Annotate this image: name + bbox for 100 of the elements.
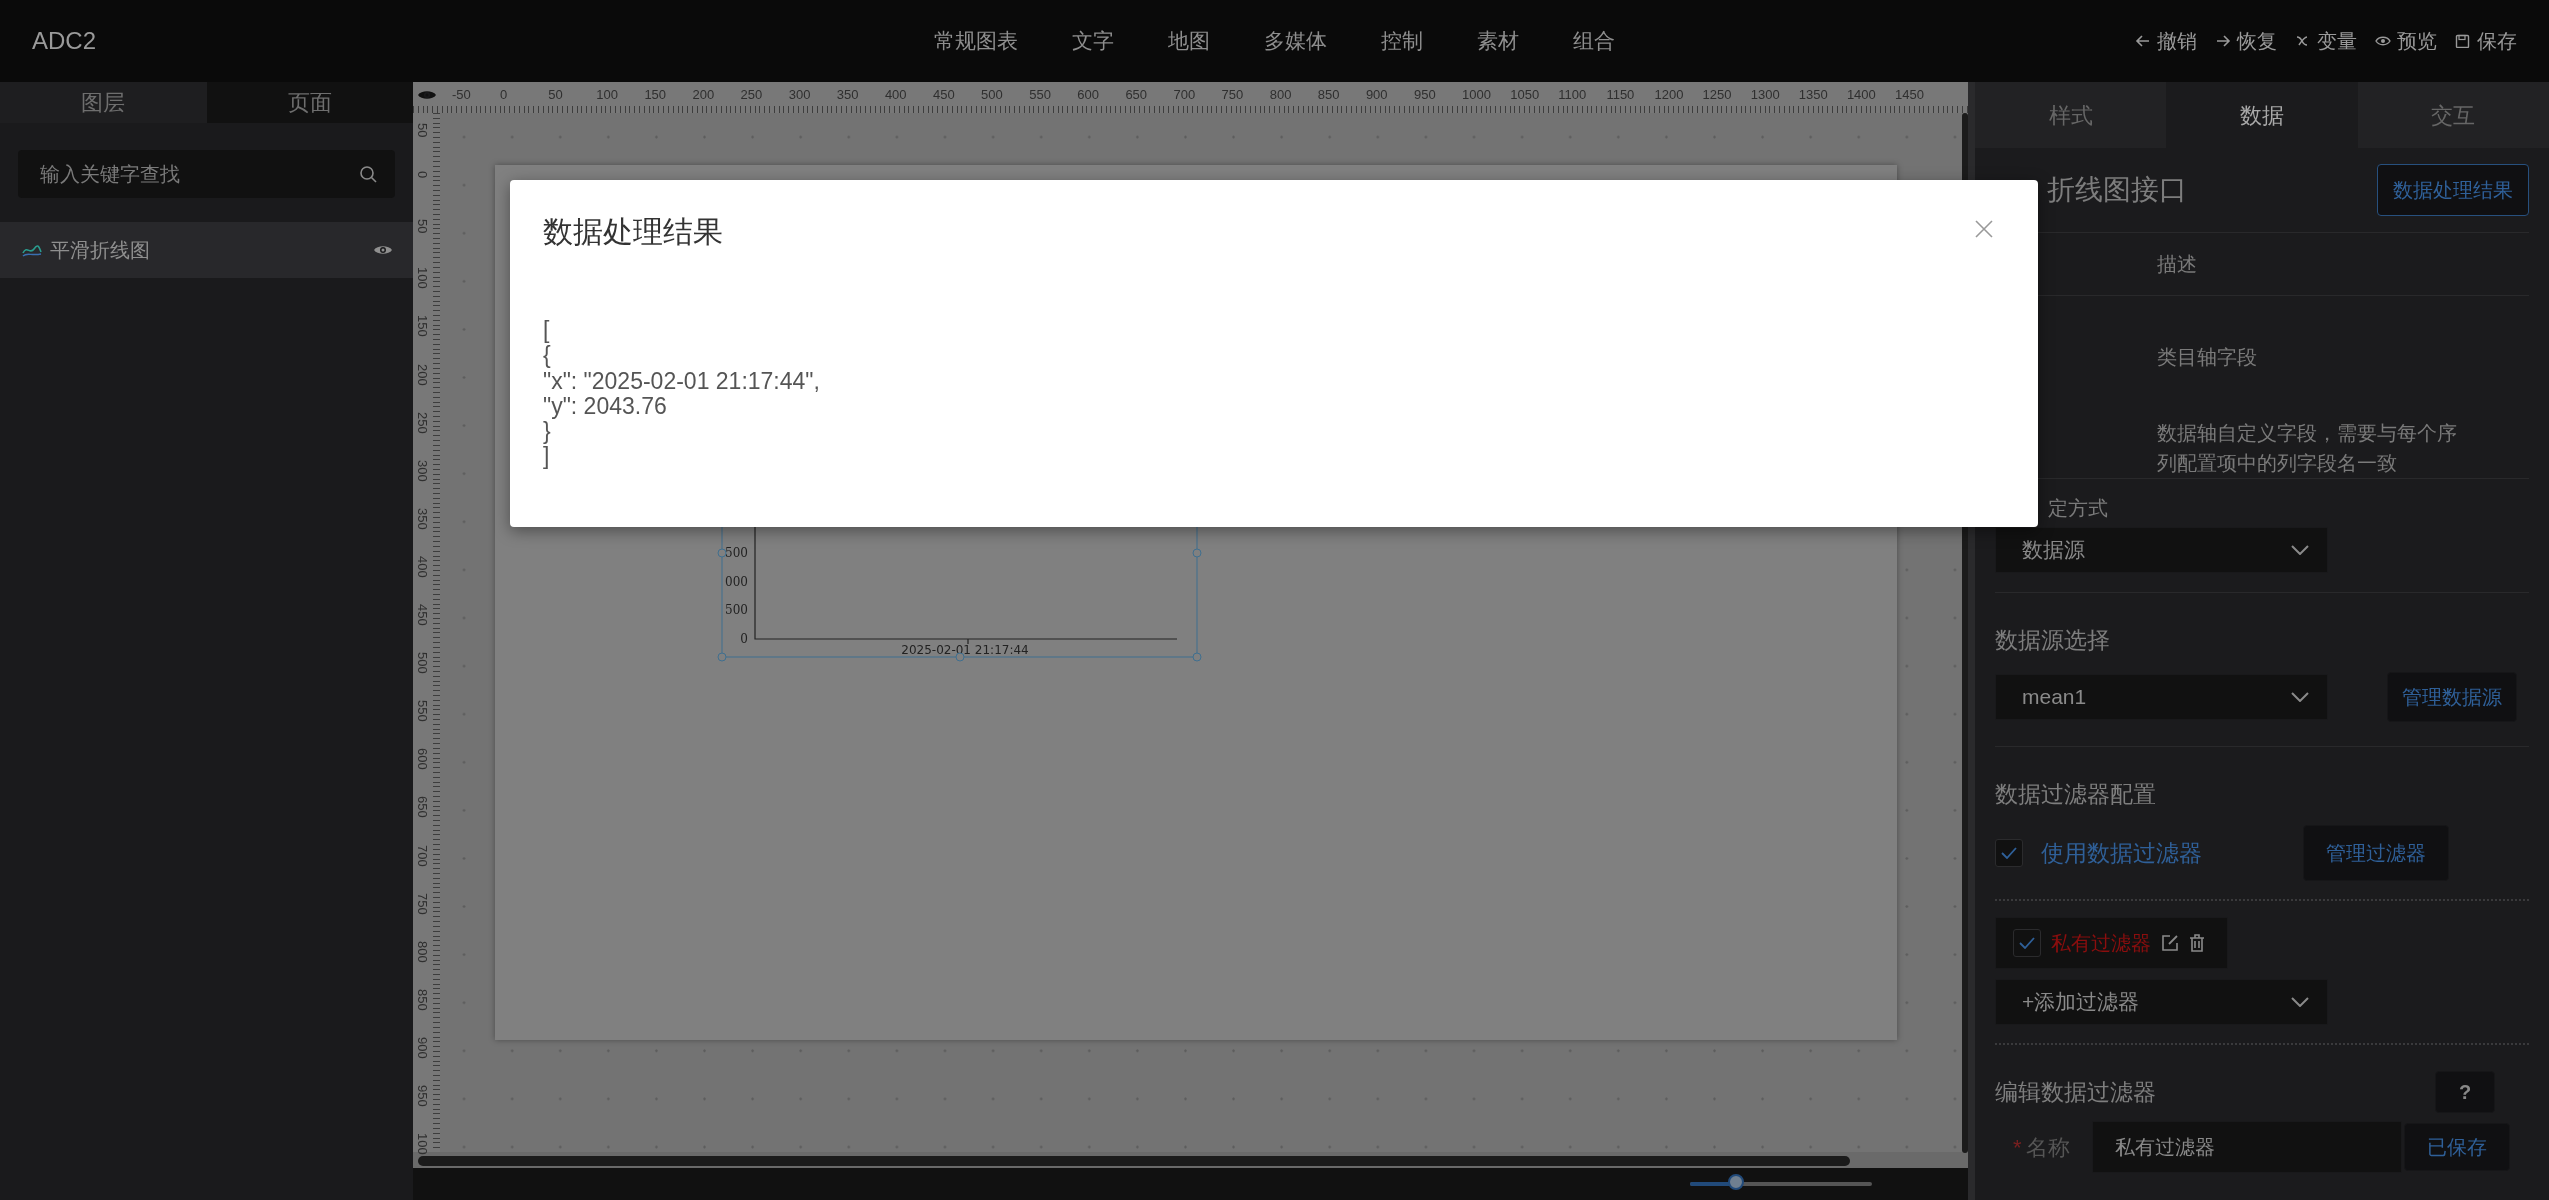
eye-icon [2375, 34, 2391, 48]
menu-item[interactable]: 组合 [1556, 25, 1632, 57]
ruler-label: 900 [1365, 88, 1388, 101]
ruler-label: 850 [1317, 88, 1340, 101]
ruler-label: 1300 [1750, 88, 1780, 101]
eye-icon [373, 243, 393, 257]
ruler-label: 300 [788, 88, 811, 101]
ruler-label: 950 [1414, 88, 1436, 101]
chevron-down-icon [2291, 545, 2309, 555]
ruler-label: 350 [836, 88, 859, 101]
panel-tab[interactable]: 图层 [0, 82, 207, 123]
axis-label: 500 [725, 546, 748, 560]
ruler-label: 1200 [1654, 88, 1684, 101]
scrollbar[interactable] [418, 1156, 1850, 1166]
toolbar-button[interactable]: 保存 [2455, 26, 2517, 56]
ruler-label: 950 [416, 1085, 429, 1107]
ruler-label: 250 [740, 88, 763, 101]
table-cell-text: 数据轴自定义字段，需要与每个序列配置项中的列字段名一致 [2157, 421, 2458, 476]
app-title: ADC2 [32, 26, 97, 56]
menu-item[interactable]: 文字 [1055, 25, 1131, 57]
close-icon [1974, 219, 1994, 239]
ruler-label: 1250 [1702, 88, 1732, 101]
ruler-label: 600 [416, 748, 429, 770]
result-text: [ { "x": "2025-02-01 21:17:44", "y": 2043.76 } ] [543, 318, 820, 470]
ruler-label: 200 [692, 88, 715, 101]
result-button[interactable]: 数据处理结果 [2377, 164, 2529, 216]
ruler-label: 600 [1077, 88, 1099, 101]
menu-item[interactable]: 控制 [1364, 25, 1440, 57]
section-heading: 编辑数据过滤器 [1995, 1077, 2156, 1107]
ruler-label: 100 [416, 267, 429, 289]
toolbar-button[interactable]: 撤销 [2135, 26, 2197, 56]
trash-icon[interactable] [2189, 934, 2205, 952]
checkbox[interactable] [1995, 839, 2023, 867]
ruler-label: 400 [416, 555, 429, 578]
ruler-label: 1150 [1606, 88, 1635, 101]
menu-item[interactable]: 素材 [1460, 25, 1536, 57]
axis-label: 000 [725, 574, 748, 589]
filter-name: 私有过滤器 [2051, 931, 2151, 956]
ruler-label: 800 [416, 940, 429, 963]
dialog-title: 数据处理结果 [543, 214, 723, 250]
ruler-label: 900 [416, 1036, 429, 1059]
ruler-label: 850 [416, 988, 429, 1011]
edit-icon[interactable] [2161, 934, 2179, 952]
arrow-left-icon [2135, 34, 2151, 48]
toolbar-button[interactable]: 变量 [2295, 26, 2357, 56]
ruler-label: 500 [416, 652, 429, 674]
search-icon [359, 165, 377, 183]
ruler-label: 1450 [1895, 88, 1924, 101]
help-button[interactable]: ? [2435, 1071, 2495, 1113]
manage-filter-button[interactable]: 管理过滤器 [2303, 825, 2449, 881]
column-header: 描述 [2157, 252, 2197, 277]
name-field[interactable]: 私有过滤器 [2091, 1121, 2402, 1173]
menu-item[interactable]: 地图 [1151, 25, 1227, 57]
ruler-label: 400 [884, 88, 907, 101]
ruler-label: 550 [1029, 88, 1051, 101]
dropdown[interactable]: +添加过滤器 [1995, 979, 2328, 1025]
ruler-label: 150 [416, 315, 429, 338]
required-mark: * [2013, 1133, 2022, 1162]
manage-source-button[interactable]: 管理数据源 [2387, 671, 2517, 722]
panel-title: 折线图接口 [2047, 173, 2187, 207]
search-field[interactable]: 输入关键字查找 [18, 150, 395, 198]
ruler-label: 1000 [1462, 88, 1491, 101]
dropdown[interactable]: mean1 [1995, 673, 2328, 720]
ruler-label: 250 [416, 411, 429, 434]
check-icon [2001, 847, 2017, 859]
panel-tab[interactable]: 页面 [206, 82, 413, 123]
ruler-label: 50 [548, 88, 563, 101]
axis-label: 500 [725, 603, 748, 618]
ruler-label: 50 [416, 219, 429, 234]
eye-icon [417, 88, 437, 102]
chevron-down-icon [2291, 691, 2309, 702]
ruler-label: 0 [500, 88, 508, 101]
toolbar-button[interactable]: 恢复 [2215, 26, 2277, 56]
menu-item[interactable]: 常规图表 [917, 25, 1035, 57]
section-heading: 数据源选择 [1995, 626, 2111, 655]
menu-item[interactable]: 多媒体 [1247, 25, 1344, 57]
checkbox[interactable] [2013, 929, 2041, 957]
ruler-label: 150 [644, 88, 667, 101]
ruler-label: 1400 [1846, 88, 1876, 101]
field-label: 定方式 [2048, 496, 2109, 521]
ruler-label: 1050 [1510, 88, 1540, 101]
ruler-label: 650 [1125, 88, 1148, 101]
ruler-label: 750 [1221, 88, 1244, 101]
save-button[interactable]: 已保存 [2403, 1123, 2510, 1171]
slider-thumb[interactable] [1727, 1174, 1744, 1190]
chevron-down-icon [2291, 997, 2309, 1007]
ruler-label: 100 [416, 1133, 429, 1155]
layer-item[interactable]: 平滑折线图 [0, 222, 413, 278]
ruler-label: 200 [416, 363, 429, 386]
ruler-label: 700 [1173, 88, 1196, 101]
ruler-label: 0 [416, 171, 429, 179]
arrow-right-icon [2215, 34, 2231, 48]
ruler-label: 450 [416, 604, 429, 626]
ruler-label: 800 [1269, 88, 1292, 101]
ruler-label: 500 [981, 88, 1003, 101]
ruler-label: 1100 [1558, 88, 1587, 101]
toolbar-button[interactable]: 预览 [2375, 26, 2437, 56]
check-icon [2019, 937, 2035, 949]
ruler-label: -50 [452, 88, 471, 101]
dropdown[interactable]: 数据源 [1995, 527, 2328, 573]
